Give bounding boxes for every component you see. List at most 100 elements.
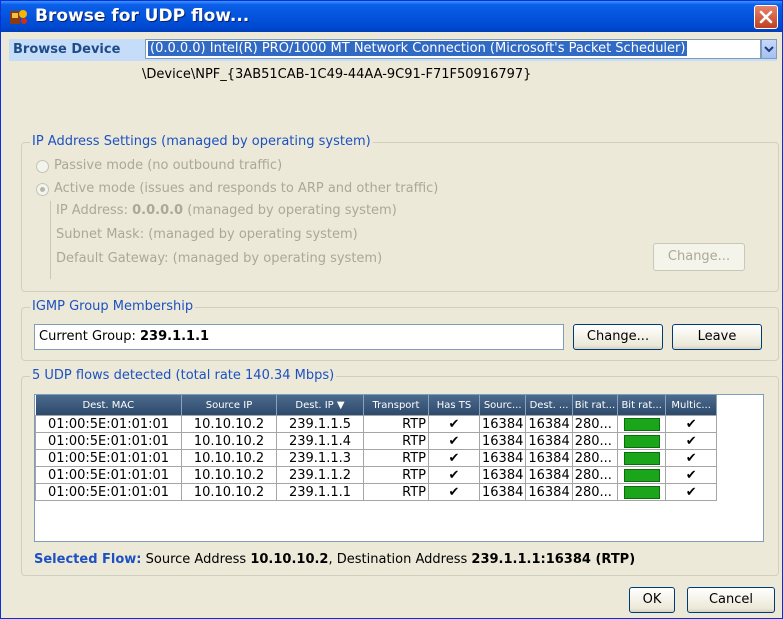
cell-multicast: ✔	[665, 432, 718, 450]
ok-button[interactable]: OK	[629, 587, 675, 613]
ip-address-label: IP Address:	[56, 203, 128, 218]
column-header[interactable]: Dest. ...	[525, 395, 573, 416]
close-button[interactable]	[754, 5, 778, 29]
cell-source-port: 16384	[478, 432, 527, 450]
cell-dest-mac: 01:00:5E:01:01:01	[35, 415, 182, 433]
selected-flow-label: Selected Flow:	[34, 552, 142, 567]
column-header[interactable]: Bit rat...	[617, 395, 667, 416]
column-header[interactable]: Bit rat...	[572, 395, 619, 416]
cell-bitrate-bar	[617, 483, 667, 501]
ip-settings-group: IP Address Settings (managed by operatin…	[21, 134, 779, 292]
cell-multicast: ✔	[665, 415, 718, 433]
current-group-field[interactable]: Current Group: 239.1.1.1	[34, 324, 564, 350]
flows-header-row: Dest. MAC Source IP Dest. IP ▼ Transport…	[35, 395, 718, 416]
passive-mode-radio[interactable]	[36, 160, 49, 173]
bitrate-bar	[623, 417, 660, 431]
table-row[interactable]: 01:00:5E:01:01:01 10.10.10.2 239.1.1.4 RTP ✔…	[35, 432, 718, 450]
cell-source-port: 16384	[478, 415, 527, 433]
cell-dest-port: 16384	[525, 466, 573, 484]
passive-mode-label: Passive mode (no outbound traffic)	[54, 158, 283, 173]
cell-dest-port: 16384	[525, 432, 573, 450]
ip-settings-legend: IP Address Settings (managed by operatin…	[30, 134, 373, 149]
cell-bitrate-bar	[617, 432, 667, 450]
device-select[interactable]: (0.0.0.0) Intel(R) PRO/1000 MT Network C…	[145, 39, 761, 59]
cell-dest-port: 16384	[525, 483, 573, 501]
device-dropdown-button[interactable]	[761, 39, 777, 59]
dialog-window: Browse for UDP flow... Browse Device (0.…	[0, 0, 783, 619]
igmp-legend: IGMP Group Membership	[30, 299, 196, 314]
cancel-button[interactable]: Cancel	[687, 587, 775, 613]
cell-bitrate-bar	[617, 449, 667, 467]
igmp-group: IGMP Group Membership Current Group: 239…	[21, 299, 779, 361]
cell-bitrate: 280...	[571, 466, 619, 484]
cell-multicast: ✔	[665, 466, 718, 484]
selected-flow-line: Selected Flow: Source Address 10.10.10.2…	[34, 552, 635, 567]
cell-dest-ip: 239.1.1.5	[276, 415, 364, 433]
title-bar[interactable]: Browse for UDP flow...	[1, 1, 782, 32]
cell-multicast: ✔	[665, 449, 718, 467]
udp-flows-group: 5 UDP flows detected (total rate 140.34 …	[21, 368, 779, 576]
flows-table-body: 01:00:5E:01:01:01 10.10.10.2 239.1.1.5 RTP ✔…	[35, 415, 718, 501]
column-header[interactable]: Multic...	[665, 395, 718, 416]
cell-dest-mac: 01:00:5E:01:01:01	[35, 466, 182, 484]
subnet-mask-line: Subnet Mask: (managed by operating syste…	[56, 227, 358, 242]
cell-bitrate: 280...	[571, 449, 619, 467]
cell-source-port: 16384	[478, 483, 527, 501]
column-header[interactable]: Sourc...	[479, 395, 527, 416]
cell-bitrate: 280...	[571, 483, 619, 501]
cell-source-port: 16384	[478, 449, 527, 467]
cell-has-ts: ✔	[428, 483, 480, 501]
cell-dest-ip: 239.1.1.1	[276, 483, 364, 501]
ip-address-line: IP Address: 0.0.0.0 (managed by operatin…	[56, 203, 397, 218]
flows-table: Dest. MAC Source IP Dest. IP ▼ Transport…	[35, 395, 718, 501]
cell-dest-ip: 239.1.1.2	[276, 466, 364, 484]
column-header-sorted[interactable]: Dest. IP ▼	[276, 395, 364, 416]
table-row[interactable]: 01:00:5E:01:01:01 10.10.10.2 239.1.1.1 RTP ✔…	[35, 483, 718, 501]
cell-source-port: 16384	[478, 466, 527, 484]
active-mode-radio[interactable]	[36, 183, 49, 196]
cell-dest-mac: 01:00:5E:01:01:01	[35, 432, 182, 450]
cell-transport: RTP	[363, 466, 429, 484]
cell-dest-ip: 239.1.1.3	[276, 449, 364, 467]
active-mode-label: Active mode (issues and responds to ARP …	[54, 181, 439, 196]
cell-dest-mac: 01:00:5E:01:01:01	[35, 483, 182, 501]
cell-bitrate-bar	[617, 415, 667, 433]
device-path: \Device\NPF_{3AB51CAB-1C49-44AA-9C91-F71…	[142, 67, 532, 82]
ip-address-value: 0.0.0.0	[132, 203, 184, 218]
sort-desc-icon: ▼	[336, 399, 345, 411]
cell-source-ip: 10.10.10.2	[181, 483, 277, 501]
cell-dest-mac: 01:00:5E:01:01:01	[35, 449, 182, 467]
current-group-label: Current Group:	[39, 329, 136, 344]
cell-source-ip: 10.10.10.2	[181, 466, 277, 484]
cell-dest-port: 16384	[525, 415, 573, 433]
column-header-label: Dest. IP	[295, 399, 334, 411]
udp-flows-legend: 5 UDP flows detected (total rate 140.34 …	[30, 368, 337, 383]
table-row[interactable]: 01:00:5E:01:01:01 10.10.10.2 239.1.1.3 RTP ✔…	[35, 449, 718, 467]
ip-change-button[interactable]: Change...	[653, 243, 745, 271]
leave-button[interactable]: Leave	[672, 324, 762, 350]
column-header[interactable]: Dest. MAC	[35, 395, 182, 416]
igmp-change-button[interactable]: Change...	[573, 324, 663, 350]
browse-device-label: Browse Device	[13, 42, 121, 57]
ip-address-note: (managed by operating system)	[187, 203, 397, 218]
cell-transport: RTP	[363, 432, 429, 450]
cell-bitrate: 280...	[571, 432, 619, 450]
close-icon	[759, 10, 773, 24]
browse-device-row: Browse Device (0.0.0.0) Intel(R) PRO/100…	[9, 39, 777, 61]
cell-dest-port: 16384	[525, 449, 573, 467]
selected-src-value: 10.10.10.2	[250, 552, 329, 567]
table-row[interactable]: 01:00:5E:01:01:01 10.10.10.2 239.1.1.2 RTP ✔…	[35, 466, 718, 484]
cell-transport: RTP	[363, 449, 429, 467]
bitrate-bar	[623, 434, 660, 448]
device-select-value: (0.0.0.0) Intel(R) PRO/1000 MT Network C…	[148, 41, 688, 56]
flows-table-container: Dest. MAC Source IP Dest. IP ▼ Transport…	[34, 394, 764, 542]
cell-dest-ip: 239.1.1.4	[276, 432, 364, 450]
column-header[interactable]: Has TS	[428, 395, 480, 416]
column-header[interactable]: Source IP	[181, 395, 277, 416]
selected-src-prefix: Source Address	[145, 552, 247, 567]
table-row[interactable]: 01:00:5E:01:01:01 10.10.10.2 239.1.1.5 RTP ✔…	[35, 415, 718, 433]
column-header[interactable]: Transport	[363, 395, 429, 416]
window-title: Browse for UDP flow...	[35, 6, 250, 26]
cell-has-ts: ✔	[428, 432, 480, 450]
cell-has-ts: ✔	[428, 415, 480, 433]
